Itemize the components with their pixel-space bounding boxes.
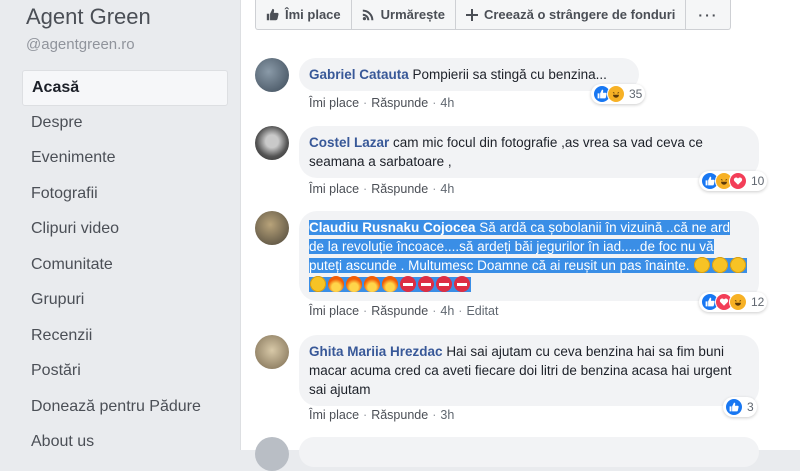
follow-label: Urmărește xyxy=(380,7,445,22)
sidebar-item-clipuri-video[interactable]: Clipuri video xyxy=(22,212,228,248)
comment-time[interactable]: 4h xyxy=(440,304,454,318)
sidebar-item-about-us[interactable]: About us xyxy=(22,425,228,461)
avatar[interactable] xyxy=(255,126,289,160)
reply-link[interactable]: Răspunde xyxy=(371,182,428,196)
thumbs-up-icon xyxy=(266,8,279,21)
comment-time[interactable]: 4h xyxy=(440,182,454,196)
selected-text: Claudiu Rusnaku Cojocea Să ardă ca șobol… xyxy=(309,220,748,292)
reaction-count: 3 xyxy=(747,400,754,414)
page-handle[interactable]: @agentgreen.ro xyxy=(26,36,135,53)
reaction-summary[interactable]: 12 xyxy=(699,292,768,312)
fire-icon xyxy=(346,276,362,292)
page-name[interactable]: Agent Green xyxy=(26,4,151,30)
like-comment-link[interactable]: Îmi place xyxy=(309,408,359,422)
reaction-summary[interactable]: 10 xyxy=(699,171,768,191)
like-comment-link[interactable]: Îmi place xyxy=(309,96,359,110)
like-reaction-icon xyxy=(725,398,743,416)
edited-label[interactable]: Editat xyxy=(466,304,498,318)
more-icon: ··· xyxy=(698,6,719,23)
like-page-button[interactable]: Îmi place xyxy=(255,0,352,30)
comment-time[interactable]: 3h xyxy=(440,408,454,422)
fire-icon xyxy=(328,276,344,292)
comment-text: Pompierii sa stingă cu benzina... xyxy=(412,67,607,82)
comment-author[interactable]: Claudiu Rusnaku Cojocea xyxy=(309,220,476,235)
comment-bubble: Gabriel Catauta Pompierii sa stingă cu b… xyxy=(299,58,639,91)
sidebar-item-acasa[interactable]: Acasă xyxy=(22,70,228,106)
reaction-count: 12 xyxy=(751,295,765,309)
no-entry-icon xyxy=(454,276,470,292)
like-page-label: Îmi place xyxy=(285,7,341,22)
comment-actions: Îmi place · Răspunde · 4h · Editat xyxy=(309,304,499,318)
more-options-button[interactable]: ··· xyxy=(685,0,732,30)
love-reaction-icon xyxy=(729,172,747,190)
sidebar-item-recenzii[interactable]: Recenzii xyxy=(22,319,228,355)
reply-link[interactable]: Răspunde xyxy=(371,304,428,318)
sidebar-item-despre[interactable]: Despre xyxy=(22,106,228,142)
smiling-face-icon xyxy=(712,257,729,273)
smiling-face-icon xyxy=(310,276,326,292)
sidebar-item-doneaza[interactable]: Donează pentru Pădure xyxy=(22,390,228,426)
comment-author[interactable]: Gabriel Catauta xyxy=(309,67,409,82)
create-fundraiser-button[interactable]: Creează o strângere de fonduri xyxy=(454,0,687,30)
comment-time[interactable]: 4h xyxy=(440,96,454,110)
reaction-summary[interactable]: 3 xyxy=(723,397,757,417)
avatar[interactable] xyxy=(255,58,289,92)
no-entry-icon xyxy=(418,276,434,292)
like-comment-link[interactable]: Îmi place xyxy=(309,182,359,196)
avatar[interactable] xyxy=(255,335,289,369)
like-comment-link[interactable]: Îmi place xyxy=(309,304,359,318)
reply-link[interactable]: Răspunde xyxy=(371,96,428,110)
sidebar-item-evenimente[interactable]: Evenimente xyxy=(22,141,228,177)
follow-button[interactable]: Urmărește xyxy=(350,0,456,30)
page-action-bar: Îmi place Urmărește Creează o strângere … xyxy=(255,0,732,32)
fire-icon xyxy=(364,276,380,292)
fire-icon xyxy=(382,276,398,292)
no-entry-icon xyxy=(436,276,452,292)
create-fundraiser-label: Creează o strângere de fonduri xyxy=(483,7,676,22)
reply-link[interactable]: Răspunde xyxy=(371,408,428,422)
reaction-summary[interactable]: 35 xyxy=(591,84,646,104)
reaction-count: 35 xyxy=(629,87,643,101)
sidebar-item-postari[interactable]: Postări xyxy=(22,354,228,390)
comment-bubble xyxy=(299,437,759,467)
comment-bubble: Claudiu Rusnaku Cojocea Să ardă ca șobol… xyxy=(299,211,759,301)
sidebar-item-grupuri[interactable]: Grupuri xyxy=(22,283,228,319)
comment-actions: Îmi place · Răspunde · 4h xyxy=(309,182,455,196)
page-sidebar: Agent Green @agentgreen.ro Acasă Despre … xyxy=(0,0,240,450)
comment-author[interactable]: Ghita Mariia Hrezdac xyxy=(309,344,443,359)
smiling-face-icon xyxy=(730,257,747,273)
comment-author[interactable]: Costel Lazar xyxy=(309,135,389,150)
avatar[interactable] xyxy=(255,437,289,471)
comment-bubble: Ghita Mariia Hrezdac Hai sai ajutam cu c… xyxy=(299,335,759,406)
smiling-face-icon xyxy=(694,257,711,273)
sidebar-item-fotografii[interactable]: Fotografii xyxy=(22,177,228,213)
sidebar-item-comunitate[interactable]: Comunitate xyxy=(22,248,228,284)
no-entry-icon xyxy=(400,276,416,292)
avatar[interactable] xyxy=(255,211,289,245)
comment-actions: Îmi place · Răspunde · 4h xyxy=(309,96,455,110)
sidebar-nav: Acasă Despre Evenimente Fotografii Clipu… xyxy=(22,70,228,461)
rss-icon xyxy=(362,9,374,21)
plus-icon xyxy=(465,8,478,21)
comment-bubble: Costel Lazar cam mic focul din fotografi… xyxy=(299,126,759,178)
comment-actions: Îmi place · Răspunde · 3h xyxy=(309,408,455,422)
haha-reaction-icon xyxy=(729,293,747,311)
reaction-count: 10 xyxy=(751,174,765,188)
haha-reaction-icon xyxy=(607,85,625,103)
comments-panel: Îmi place Urmărește Creează o strângere … xyxy=(240,0,800,471)
